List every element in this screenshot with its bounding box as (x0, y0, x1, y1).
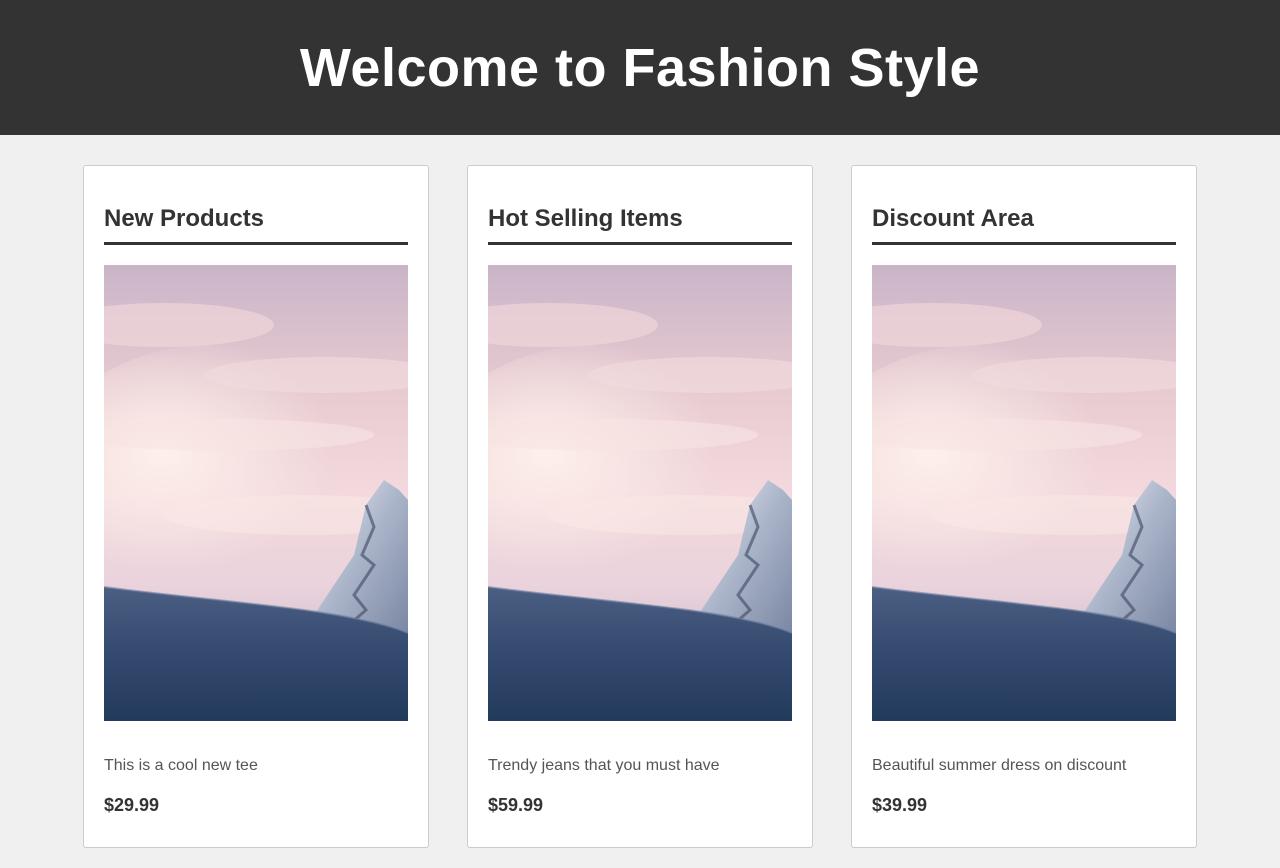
product-price: $59.99 (488, 795, 544, 815)
section-new-products: New Products This is a cool new tee $29.… (83, 165, 429, 848)
section-discount-area: Discount Area Beautiful summer dress on … (851, 165, 1197, 848)
product-image[interactable] (104, 265, 408, 721)
site-header: Welcome to Fashion Style (0, 0, 1280, 135)
section-title: New Products (104, 205, 408, 245)
section-title: Hot Selling Items (488, 205, 792, 245)
section-hot-selling: Hot Selling Items Trendy jeans that you … (467, 165, 813, 848)
product-description: Beautiful summer dress on discount (872, 757, 1127, 774)
section-title: Discount Area (872, 205, 1176, 245)
product-sections: New Products This is a cool new tee $29.… (0, 135, 1280, 868)
product-price: $29.99 (104, 795, 160, 815)
page-title: Welcome to Fashion Style (299, 37, 981, 98)
product-price: $39.99 (872, 795, 928, 815)
product-description: Trendy jeans that you must have (488, 757, 720, 774)
product-image[interactable] (872, 265, 1176, 721)
product-description: This is a cool new tee (104, 757, 258, 774)
product-image[interactable] (488, 265, 792, 721)
